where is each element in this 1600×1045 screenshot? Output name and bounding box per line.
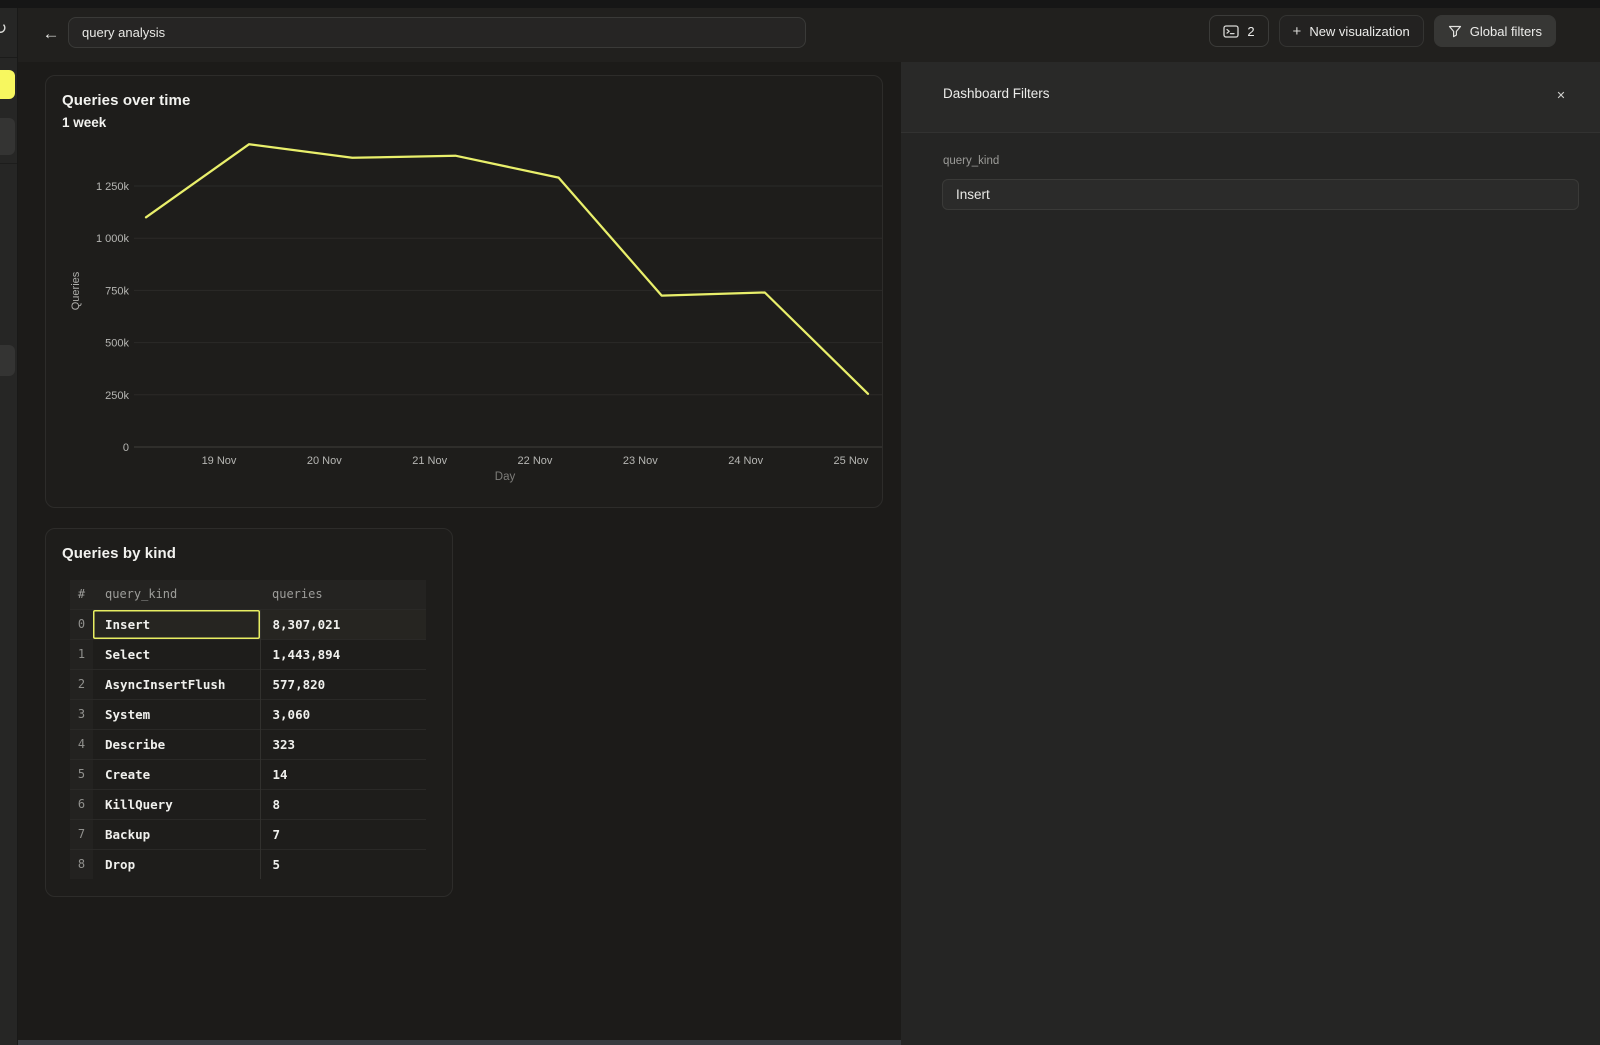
next-card-edge [18,1040,901,1045]
row-index-cell[interactable]: 7 [70,819,93,849]
query-kind-filter-input[interactable] [942,179,1579,210]
tab-count-label: 2 [1247,24,1254,39]
chart-title: Queries over time [62,92,190,109]
queries-value-cell[interactable]: 8,307,021 [260,609,426,639]
queries-value-cell[interactable]: 1,443,894 [260,639,426,669]
y-tick-label: 750k [105,285,129,297]
queries-value-cell[interactable]: 8 [260,789,426,819]
x-tick-label: 19 Nov [202,455,237,467]
queries-over-time-card: 1 250k 1 000k 750k 500k 250k 0 19 Nov 20 Nov 21 … [45,75,883,508]
row-index-cell[interactable]: 2 [70,669,93,699]
y-tick-label: 1 000k [96,233,130,245]
y-tick-label: 500k [105,338,129,350]
queries-value-cell[interactable]: 323 [260,729,426,759]
global-filters-button[interactable]: Global filters [1434,15,1556,47]
window-top-strip [0,0,1600,8]
table-row: 2AsyncInsertFlush577,820 [70,669,426,699]
x-tick-label: 22 Nov [518,455,553,467]
sidebar-item-2[interactable] [0,345,15,376]
back-button[interactable]: ← [36,19,66,49]
x-tick-label: 20 Nov [307,455,342,467]
filters-panel-header: Dashboard Filters ✕ [901,62,1600,133]
row-index-cell[interactable]: 8 [70,849,93,879]
query-kind-cell[interactable]: Backup [93,819,260,849]
row-index-cell[interactable]: 6 [70,789,93,819]
sidebar-item-1[interactable] [0,118,15,155]
x-tick-label: 24 Nov [728,455,763,467]
sidebar-divider [0,163,18,164]
queries-table-body: 0Insert8,307,0211Select1,443,8942AsyncIn… [70,609,426,879]
toolbar-actions: 2 + New visualization Global filters [1209,15,1556,47]
chart-subtitle: 1 week [62,115,106,130]
x-tick-label: 23 Nov [623,455,658,467]
global-filters-label: Global filters [1470,24,1542,39]
queries-column-header[interactable]: queries [260,580,426,609]
query-kind-cell[interactable]: System [93,699,260,729]
table-row: 1Select1,443,894 [70,639,426,669]
queries-line-series[interactable] [146,144,868,394]
query-kind-cell[interactable]: Select [93,639,260,669]
table-row: 8Drop5 [70,849,426,879]
app-window: ↻ ← 2 + New visualization [0,0,1600,1045]
left-sidebar: ↻ [0,8,18,1045]
row-index-cell[interactable]: 0 [70,609,93,639]
queries-value-cell[interactable]: 14 [260,759,426,789]
query-kind-cell[interactable]: Drop [93,849,260,879]
dashboard-filters-panel: Dashboard Filters ✕ query_kind [901,62,1600,1045]
sidebar-header: ↻ [0,8,18,58]
queries-value-cell[interactable]: 577,820 [260,669,426,699]
queries-value-cell[interactable]: 5 [260,849,426,879]
row-index-cell[interactable]: 4 [70,729,93,759]
query-kind-column-header[interactable]: query_kind [93,580,260,609]
x-tick-label: 21 Nov [412,455,447,467]
table-row: 7Backup7 [70,819,426,849]
query-kind-cell[interactable]: KillQuery [93,789,260,819]
dashboard-title-input[interactable] [68,17,806,48]
x-axis-title: Day [495,471,516,483]
table-row: 4Describe323 [70,729,426,759]
row-index-cell[interactable]: 3 [70,699,93,729]
query-tabs-button[interactable]: 2 [1209,15,1268,47]
dashboard-canvas: 1 250k1 000k750k500k250k019 Nov20 Nov21 … [18,62,901,1045]
queries-value-cell[interactable]: 3,060 [260,699,426,729]
filters-panel-title: Dashboard Filters [943,86,1050,101]
table-header-row: # query_kind queries [70,580,426,609]
x-tick-label: 25 Nov [834,455,869,467]
y-tick-label: 1 250k [96,181,130,193]
console-window-icon [1223,25,1239,38]
queries-table: # query_kind queries 0Insert8,307,0211Se… [70,580,426,879]
close-icon[interactable]: ✕ [1550,84,1572,106]
refresh-icon[interactable]: ↻ [0,19,7,39]
table-row: 6KillQuery8 [70,789,426,819]
queries-chart-svg[interactable]: 1 250k 1 000k 750k 500k 250k 0 19 Nov 20 Nov 21 … [46,76,882,507]
query-kind-cell[interactable]: AsyncInsertFlush [93,669,260,699]
plus-icon: + [1293,24,1302,39]
table-row: 0Insert8,307,021 [70,609,426,639]
table-row: 3System3,060 [70,699,426,729]
row-index-cell[interactable]: 1 [70,639,93,669]
queries-by-kind-card: Queries by kind # query_kind queries 0In… [45,528,453,897]
top-toolbar: ← 2 + New visualization Global filters [18,8,1600,62]
table-title: Queries by kind [62,545,176,562]
query-kind-cell[interactable]: Insert [93,609,260,639]
sidebar-item-active-dashboard[interactable] [0,70,15,99]
y-axis-title: Queries [70,271,82,310]
row-index-cell[interactable]: 5 [70,759,93,789]
y-tick-label: 250k [105,390,129,402]
queries-value-cell[interactable]: 7 [260,819,426,849]
query-kind-cell[interactable]: Describe [93,729,260,759]
query-kind-filter-label: query_kind [943,155,999,167]
query-kind-cell[interactable]: Create [93,759,260,789]
table-row: 5Create14 [70,759,426,789]
filter-funnel-icon [1448,25,1462,38]
index-column-header[interactable]: # [70,580,93,609]
new-visualization-label: New visualization [1309,24,1409,39]
y-tick-label: 0 [123,442,129,454]
new-visualization-button[interactable]: + New visualization [1279,15,1424,47]
